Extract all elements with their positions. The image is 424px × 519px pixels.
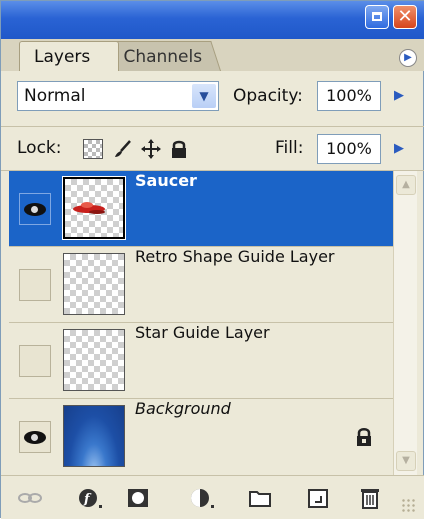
layer-thumbnail [63, 405, 125, 467]
tab-layers[interactable]: Layers [19, 41, 119, 71]
scroll-up-icon[interactable]: ▲ [396, 175, 416, 195]
panel-tabs: Channels Layers [1, 39, 424, 71]
lock-position-icon[interactable] [141, 139, 161, 159]
lock-row: Lock: Fill: 100% ▶ [1, 127, 424, 171]
blend-row: Normal ▼ Opacity: 100% ▶ [1, 71, 424, 127]
saucer-thumbnail-icon [73, 202, 105, 214]
tab-channels[interactable]: Channels [101, 41, 221, 71]
new-layer-icon[interactable] [305, 486, 331, 510]
layer-row-background[interactable]: Background [9, 399, 393, 475]
fill-input[interactable]: 100% [317, 134, 381, 164]
padlock-icon [357, 428, 371, 446]
eye-icon [24, 431, 46, 444]
blend-mode-value: Normal [24, 86, 86, 106]
triangle-right-icon: ▶ [404, 52, 412, 63]
adjustment-layer-icon[interactable] [189, 486, 215, 510]
visibility-toggle[interactable] [19, 345, 51, 377]
layers-list: Saucer Retro Shape Guide Layer Star Guid… [9, 171, 393, 475]
visibility-toggle[interactable] [19, 269, 51, 301]
layer-style-icon[interactable]: f [77, 486, 103, 510]
layer-row-saucer[interactable]: Saucer [9, 171, 393, 247]
close-icon: ✕ [397, 6, 413, 27]
fill-label: Fill: [275, 138, 304, 158]
layer-name: Retro Shape Guide Layer [135, 247, 335, 266]
layer-name: Star Guide Layer [135, 323, 270, 342]
visibility-toggle[interactable] [19, 421, 51, 453]
visibility-toggle[interactable] [19, 193, 51, 225]
layer-row-retro-shape-guide[interactable]: Retro Shape Guide Layer [9, 247, 393, 323]
eye-icon [24, 203, 46, 216]
title-bar: ✕ [1, 1, 424, 39]
layer-thumbnail [63, 329, 125, 391]
minimize-button[interactable] [365, 5, 389, 29]
trash-icon[interactable] [357, 486, 383, 510]
chevron-down-icon[interactable]: ▼ [192, 84, 216, 108]
layer-row-star-guide[interactable]: Star Guide Layer [9, 323, 393, 399]
opacity-slider-arrow-icon[interactable]: ▶ [385, 81, 413, 111]
resize-grip[interactable] [401, 498, 417, 514]
lock-transparent-pixels-icon[interactable] [83, 139, 103, 159]
close-button[interactable]: ✕ [393, 5, 417, 29]
layer-mask-icon[interactable] [125, 486, 151, 510]
folder-icon[interactable] [247, 486, 273, 510]
lock-image-pixels-icon[interactable] [113, 139, 133, 159]
panel-menu-button[interactable]: ▶ [399, 49, 417, 67]
lock-label: Lock: [17, 138, 62, 158]
opacity-label: Opacity: [233, 86, 303, 106]
opacity-input[interactable]: 100% [317, 81, 381, 111]
lock-all-icon[interactable] [169, 139, 189, 159]
layer-name: Background [135, 399, 231, 418]
layers-scrollbar[interactable]: ▲ ▼ [393, 171, 417, 475]
scroll-down-icon[interactable]: ▼ [396, 451, 416, 471]
layer-name: Saucer [135, 171, 197, 190]
link-icon[interactable] [17, 486, 43, 510]
bottom-toolbar: f [1, 475, 424, 519]
layers-panel: ✕ Channels Layers ▶ Normal ▼ Opacity: 10… [0, 0, 424, 519]
layer-thumbnail [62, 176, 126, 240]
fill-slider-arrow-icon[interactable]: ▶ [385, 134, 413, 164]
minimize-icon [372, 12, 382, 21]
blend-mode-select[interactable]: Normal ▼ [17, 81, 219, 111]
layer-thumbnail [63, 253, 125, 315]
